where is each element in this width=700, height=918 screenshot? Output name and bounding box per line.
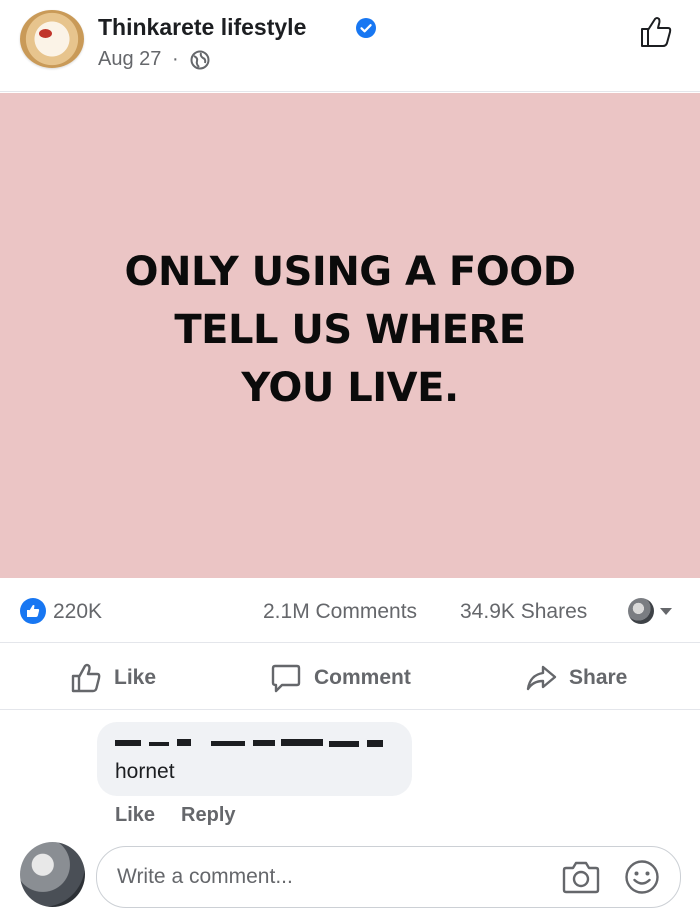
action-bar: Like Comment Share (0, 646, 700, 710)
user-avatar[interactable] (20, 842, 85, 907)
comment-label: Comment (314, 666, 411, 689)
like-label: Like (114, 666, 157, 689)
divider (0, 642, 700, 643)
comments-count[interactable]: 2.1M Comments (263, 600, 417, 624)
post-text-line: TELL US WHERE (174, 307, 526, 353)
camera-icon[interactable] (562, 859, 600, 895)
page-avatar[interactable] (20, 10, 84, 68)
shares-count[interactable]: 34.9K Shares (460, 600, 587, 624)
avatar-detail (39, 29, 52, 38)
redacted-commenter-name (115, 739, 383, 747)
date-separator: · (172, 48, 179, 70)
thumbs-up-icon (71, 663, 101, 693)
verified-badge-icon (356, 18, 376, 38)
share-icon (526, 665, 557, 691)
comment-button[interactable]: Comment (270, 660, 411, 696)
post-image-text: ONLY USING A FOOD TELL US WHERE YOU LIVE… (0, 243, 700, 417)
viewer-avatar[interactable] (628, 598, 654, 624)
chevron-down-icon[interactable] (660, 608, 672, 615)
comment-bubble[interactable]: hornet (97, 722, 412, 796)
divider (0, 709, 700, 710)
post-text-line: YOU LIVE. (241, 365, 459, 411)
share-button[interactable]: Share (525, 660, 627, 696)
comment-actions: Like Reply (115, 804, 262, 827)
post-date[interactable]: Aug 27 (98, 48, 161, 71)
comment-like-button[interactable]: Like (115, 804, 155, 826)
comment-reply-button[interactable]: Reply (181, 804, 235, 826)
smile-icon[interactable] (624, 859, 660, 895)
like-count[interactable]: 220K (53, 600, 102, 624)
comment-composer[interactable] (96, 846, 681, 908)
comment-input[interactable] (115, 857, 539, 897)
globe-icon (190, 50, 210, 70)
share-label: Share (569, 666, 628, 689)
page-name[interactable]: Thinkarete lifestyle (98, 14, 306, 41)
post-text-line: ONLY USING A FOOD (124, 249, 576, 295)
comment-icon (271, 664, 301, 693)
like-button[interactable]: Like (70, 660, 156, 696)
like-reaction-icon[interactable] (20, 598, 46, 624)
page-like-icon[interactable] (638, 14, 674, 50)
comment-text: hornet (115, 760, 175, 783)
divider (0, 91, 700, 92)
reactions-bar: 220K 2.1M Comments 34.9K Shares (0, 590, 700, 634)
post-header: Thinkarete lifestyle Aug 27 · (0, 0, 700, 92)
